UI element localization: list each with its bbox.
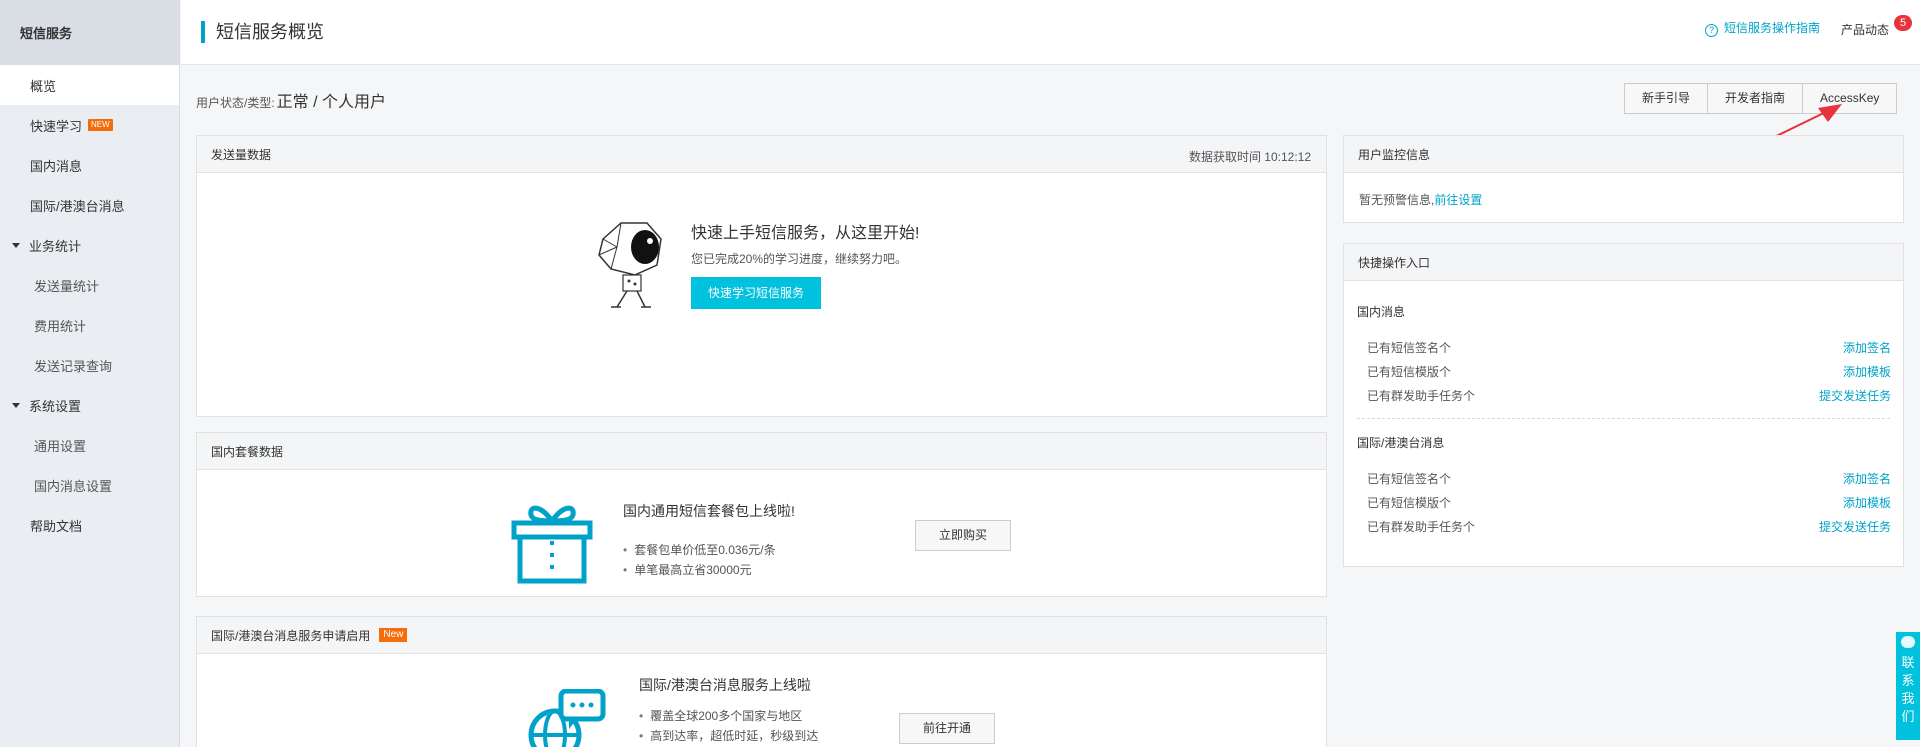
intl-bullet: 覆盖全球200多个国家与地区 — [639, 707, 802, 724]
intl-bullet: 高到达率，超低时延，秒级到达 — [639, 727, 818, 744]
sidebar-group-label: 业务统计 — [29, 238, 82, 254]
top-header: 短信服务概览 ? 短信服务操作指南 产品动态 5 — [181, 0, 1920, 65]
sidebar-item-label: 快速学习 — [30, 118, 83, 134]
sidebar-item-label: 国际/港澳台消息 — [30, 198, 125, 214]
panel-header: 发送量数据 数据获取时间 10:12:12 — [197, 136, 1326, 173]
user-status-value: 正常 / 个人用户 — [276, 94, 387, 111]
panel-title: 国内套餐数据 — [211, 444, 284, 459]
sidebar-group-stats[interactable]: 业务统计 — [0, 225, 179, 265]
sidebar-item-domestic-settings[interactable]: 国内消息设置 — [0, 465, 179, 505]
sidebar-item-send-records[interactable]: 发送记录查询 — [0, 345, 179, 385]
add-signature-link[interactable]: 添加签名 — [1843, 339, 1891, 356]
contact-char: 联 — [1901, 655, 1915, 670]
sidebar: 短信服务 概览 快速学习 NEW 国内消息 国际/港澳台消息 业务统计 发送量统计… — [0, 0, 180, 747]
contact-char: 我 — [1901, 691, 1915, 706]
product-news-link[interactable]: 产品动态 — [1841, 21, 1889, 38]
sidebar-item-international[interactable]: 国际/港澳台消息 — [0, 185, 179, 225]
globe-chat-icon — [528, 689, 606, 747]
package-bullet: 套餐包单价低至0.036元/条 — [623, 541, 775, 558]
no-alert-text: 暂无预警信息, — [1359, 193, 1435, 207]
sidebar-item-label: 发送记录查询 — [34, 358, 113, 374]
package-bullet: 单笔最高立省30000元 — [623, 561, 751, 578]
submit-task-link[interactable]: 提交发送任务 — [1819, 518, 1891, 535]
monitor-panel: 用户监控信息 暂无预警信息,前往设置 — [1343, 135, 1904, 223]
chat-bubble-icon — [1901, 636, 1915, 648]
robot-mascot-icon — [598, 222, 662, 308]
new-badge: NEW — [88, 119, 113, 131]
sidebar-item-label: 国内消息设置 — [34, 478, 113, 494]
panel-header: 用户监控信息 — [1344, 136, 1903, 173]
sidebar-item-label: 发送量统计 — [34, 278, 100, 294]
title-accent-bar — [201, 21, 205, 43]
sidebar-item-label: 通用设置 — [34, 438, 87, 454]
gift-box-icon — [511, 505, 593, 584]
sidebar-item-label: 概览 — [30, 78, 57, 94]
sidebar-item-send-stats[interactable]: 发送量统计 — [0, 265, 179, 305]
panel-title: 用户监控信息 — [1358, 147, 1431, 162]
quick-learn-button[interactable]: 快速学习短信服务 — [691, 277, 821, 309]
panel-title: 国际/港澳台消息服务申请启用 — [211, 628, 371, 643]
intl-service-panel: 国际/港澳台消息服务申请启用 New 国际/港澳台消息服务上线啦 覆盖全球200多… — [196, 616, 1327, 747]
domestic-signature-count: 已有短信签名个 — [1367, 341, 1452, 355]
sidebar-header: 短信服务 — [0, 0, 179, 65]
caret-down-icon — [12, 402, 20, 408]
add-template-link[interactable]: 添加模板 — [1843, 363, 1891, 380]
onboard-progress-text: 您已完成20%的学习进度，继续努力吧。 — [691, 252, 908, 266]
guide-link[interactable]: ? 短信服务操作指南 — [1705, 19, 1820, 37]
contact-char: 们 — [1901, 709, 1915, 724]
monitor-text: 暂无预警信息,前往设置 — [1359, 191, 1482, 208]
notification-badge: 5 — [1894, 15, 1912, 31]
domestic-task-count: 已有群发助手任务个 — [1367, 389, 1476, 403]
package-panel: 国内套餐数据 国内通用短信套餐包上线啦! 套餐包单价低至0.036元/条 单笔最… — [196, 432, 1327, 597]
user-status-label: 用户状态/类型: — [196, 96, 275, 110]
sidebar-item-domestic[interactable]: 国内消息 — [0, 145, 179, 185]
new-badge: New — [379, 628, 408, 642]
sidebar-item-general-settings[interactable]: 通用设置 — [0, 425, 179, 465]
intl-task-count: 已有群发助手任务个 — [1367, 520, 1476, 534]
sidebar-item-label: 国内消息 — [30, 158, 83, 174]
domestic-section-label: 国内消息 — [1357, 305, 1406, 319]
intl-template-count: 已有短信模版个 — [1367, 496, 1452, 510]
intl-section-label: 国际/港澳台消息 — [1357, 436, 1445, 450]
guide-link-label: 短信服务操作指南 — [1724, 21, 1821, 35]
buy-now-button[interactable]: 立即购买 — [915, 520, 1011, 551]
sidebar-group-settings[interactable]: 系统设置 — [0, 385, 179, 425]
panel-title: 快捷操作入口 — [1358, 255, 1431, 270]
caret-down-icon — [12, 242, 20, 248]
panel-header: 国际/港澳台消息服务申请启用 New — [197, 617, 1326, 654]
add-template-link[interactable]: 添加模板 — [1843, 494, 1891, 511]
panel-header: 快捷操作入口 — [1344, 244, 1903, 281]
contact-us-tab[interactable]: 联 系 我 们 — [1896, 632, 1920, 740]
quick-actions-panel: 快捷操作入口 国内消息 已有短信签名个 添加签名 已有短信模版个 添加模板 已有… — [1343, 243, 1904, 567]
submit-task-link[interactable]: 提交发送任务 — [1819, 387, 1891, 404]
sidebar-item-cost-stats[interactable]: 费用统计 — [0, 305, 179, 345]
help-circle-icon: ? — [1705, 24, 1718, 37]
section-divider — [1357, 418, 1890, 419]
contact-char: 系 — [1901, 673, 1915, 688]
panel-header: 国内套餐数据 — [197, 433, 1326, 470]
go-settings-link[interactable]: 前往设置 — [1434, 193, 1482, 207]
package-headline: 国内通用短信套餐包上线啦! — [623, 503, 795, 519]
onboard-title: 快速上手短信服务，从这里开始! — [691, 225, 920, 242]
intl-headline: 国际/港澳台消息服务上线啦 — [639, 677, 811, 693]
sidebar-item-label: 费用统计 — [34, 318, 87, 334]
send-volume-panel: 发送量数据 数据获取时间 10:12:12 快速上手短信服务，从这里开始! 您已… — [196, 135, 1327, 417]
add-signature-link[interactable]: 添加签名 — [1843, 470, 1891, 487]
intl-signature-count: 已有短信签名个 — [1367, 472, 1452, 486]
sidebar-group-label: 系统设置 — [29, 398, 82, 414]
fetch-time: 数据获取时间 10:12:12 — [1188, 150, 1311, 164]
page-title: 短信服务概览 — [216, 22, 324, 42]
sidebar-item-help[interactable]: 帮助文档 — [0, 505, 179, 545]
user-status: 用户状态/类型: 正常 / 个人用户 — [196, 88, 386, 112]
sidebar-item-label: 帮助文档 — [30, 518, 83, 534]
panel-title: 发送量数据 — [211, 147, 272, 162]
enable-service-button[interactable]: 前往开通 — [899, 713, 995, 744]
sidebar-item-quick-learn[interactable]: 快速学习 NEW — [0, 105, 179, 145]
domestic-template-count: 已有短信模版个 — [1367, 365, 1452, 379]
sidebar-item-overview[interactable]: 概览 — [0, 65, 179, 105]
